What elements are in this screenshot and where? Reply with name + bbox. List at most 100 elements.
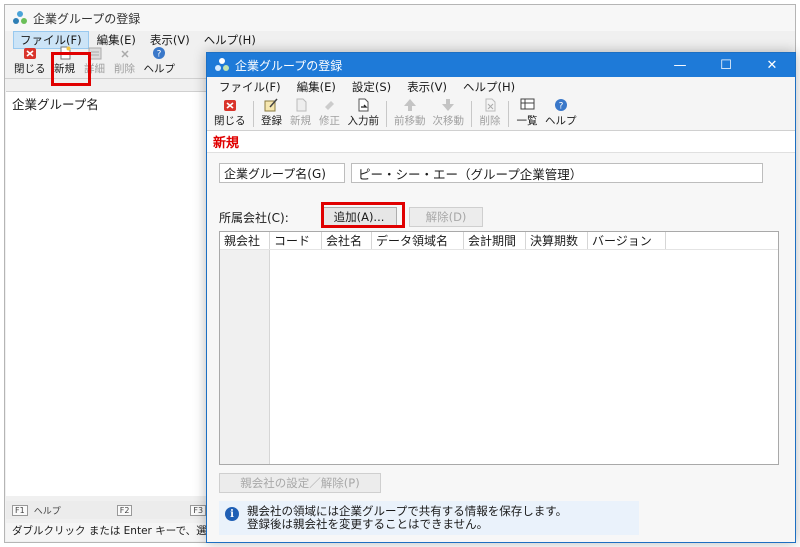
- dlg-register-label: 登録: [261, 115, 282, 127]
- dialog-title: 企業グループの登録: [235, 58, 343, 73]
- svg-text:?: ?: [157, 50, 162, 60]
- dlg-close-button[interactable]: 閉じる: [211, 98, 249, 130]
- dialog-menu-file[interactable]: ファイル(F): [213, 79, 287, 95]
- dlg-undo-input-button[interactable]: 入力前: [345, 98, 383, 130]
- remove-button[interactable]: 解除(D): [409, 207, 483, 227]
- status-bar: ダブルクリック または Enter キーで、選択してい: [6, 523, 216, 541]
- close-icon: [22, 46, 38, 60]
- add-button[interactable]: 追加(A)...: [321, 207, 397, 227]
- bg-close-button[interactable]: 閉じる: [11, 46, 49, 78]
- close-icon: [222, 98, 238, 112]
- bg-new-button[interactable]: 新規: [51, 46, 79, 78]
- grid-row-header: [220, 250, 270, 464]
- dialog-menu-settings[interactable]: 設定(S): [346, 79, 397, 95]
- affiliate-grid[interactable]: 親会社 コード 会社名 データ領域名 会計期間 決算期数 バージョン: [219, 231, 779, 465]
- grid-header: 親会社 コード 会社名 データ領域名 会計期間 決算期数 バージョン: [220, 232, 778, 250]
- register-dialog: 企業グループの登録 — ☐ ✕ ファイル(F) 編集(E) 設定(S) 表示(V…: [206, 52, 796, 543]
- app-icon: [215, 58, 229, 72]
- f3-key[interactable]: F3: [190, 504, 207, 516]
- bg-delete-button[interactable]: 削除: [111, 46, 139, 78]
- details-icon: [87, 46, 103, 60]
- bg-help-button[interactable]: ? ヘルプ: [141, 46, 179, 78]
- arrow-up-icon: [402, 98, 418, 112]
- toolbar-separator: [508, 101, 509, 127]
- group-list[interactable]: 企業グループ名: [6, 91, 216, 496]
- dialog-menu-view[interactable]: 表示(V): [401, 79, 453, 95]
- dlg-new-button[interactable]: 新規: [287, 98, 315, 130]
- mode-indicator: 新規: [207, 131, 795, 153]
- col-version[interactable]: バージョン: [588, 232, 666, 249]
- group-list-header: 企業グループ名: [12, 97, 99, 112]
- svg-text:?: ?: [558, 102, 563, 112]
- arrow-down-icon: [440, 98, 456, 112]
- dlg-list-button[interactable]: 一覧: [513, 98, 541, 130]
- dlg-new-label: 新規: [290, 115, 311, 127]
- dlg-list-label: 一覧: [516, 115, 538, 127]
- toolbar-separator: [252, 101, 254, 127]
- col-data-area[interactable]: データ領域名: [372, 232, 464, 249]
- col-company-name[interactable]: 会社名: [322, 232, 372, 249]
- dlg-register-button[interactable]: 登録: [258, 98, 286, 130]
- app-icon: [13, 11, 27, 25]
- f1-label: ヘルプ: [33, 506, 61, 517]
- dlg-prev-label: 前移動: [394, 115, 426, 127]
- help-icon: ?: [151, 46, 167, 60]
- col-fiscal-period[interactable]: 会計期間: [464, 232, 526, 249]
- undo-input-icon: [355, 98, 371, 112]
- bg-details-label: 詳細: [84, 63, 105, 75]
- dlg-help-label: ヘルプ: [545, 115, 577, 127]
- group-name-label: 企業グループ名(G): [219, 163, 345, 183]
- form-area: 企業グループ名(G) ピー・シー・エー（グループ企業管理） 所属会社(C): 追…: [207, 153, 795, 542]
- group-name-row: 企業グループ名(G) ピー・シー・エー（グループ企業管理）: [219, 163, 763, 183]
- list-icon: [519, 98, 535, 112]
- dlg-edit-button[interactable]: 修正: [316, 98, 344, 130]
- new-document-icon: [293, 98, 309, 112]
- background-titlebar: 企業グループの登録: [5, 5, 795, 31]
- dlg-undo-input-label: 入力前: [347, 115, 380, 127]
- dlg-close-label: 閉じる: [214, 115, 246, 127]
- dlg-delete-label: 削除: [479, 115, 501, 127]
- delete-icon: [117, 46, 133, 60]
- bg-details-button[interactable]: 詳細: [81, 46, 109, 78]
- affiliate-label: 所属会社(C):: [219, 210, 289, 225]
- close-window-icon[interactable]: ✕: [749, 53, 795, 77]
- dlg-next-button[interactable]: 次移動: [430, 98, 468, 130]
- toolbar-separator: [386, 101, 387, 127]
- minimize-icon[interactable]: —: [657, 53, 703, 77]
- register-icon: [264, 98, 280, 112]
- info-icon: i: [225, 507, 239, 521]
- maximize-icon[interactable]: ☐: [703, 53, 749, 77]
- bg-help-label: ヘルプ: [143, 63, 176, 75]
- dialog-menu-help[interactable]: ヘルプ(H): [457, 79, 521, 95]
- col-settlement-count[interactable]: 決算期数: [526, 232, 588, 249]
- dialog-toolbar: 閉じる 登録 新規 修正 入力前 前移動 次移動 削除 一覧 ? ヘルプ: [207, 97, 795, 131]
- window-controls: — ☐ ✕: [657, 53, 795, 77]
- bg-close-label: 閉じる: [14, 63, 46, 75]
- dlg-edit-label: 修正: [319, 115, 340, 127]
- dialog-menu-edit[interactable]: 編集(E): [291, 79, 342, 95]
- new-document-icon: [57, 46, 73, 60]
- info-text: 親会社の領域には企業グループで共有する情報を保存します。 登録後は親会社を変更す…: [247, 505, 567, 531]
- col-parent[interactable]: 親会社: [220, 232, 270, 249]
- background-title: 企業グループの登録: [33, 11, 141, 26]
- menu-help[interactable]: ヘルプ(H): [198, 32, 262, 48]
- col-code[interactable]: コード: [270, 232, 322, 249]
- help-icon: ?: [553, 98, 569, 112]
- dlg-prev-button[interactable]: 前移動: [391, 98, 429, 130]
- info-message: i 親会社の領域には企業グループで共有する情報を保存します。 登録後は親会社を変…: [219, 501, 639, 535]
- dlg-next-label: 次移動: [432, 115, 465, 127]
- delete-icon: [482, 98, 498, 112]
- edit-icon: [322, 98, 338, 112]
- function-key-bar: F1 ヘルプ F2 F3: [6, 501, 216, 519]
- parent-company-button[interactable]: 親会社の設定／解除(P): [219, 473, 381, 493]
- dialog-titlebar: 企業グループの登録 — ☐ ✕: [207, 53, 795, 77]
- f2-key[interactable]: F2: [116, 504, 133, 516]
- bg-delete-label: 削除: [114, 63, 135, 75]
- dlg-delete-button[interactable]: 削除: [476, 98, 504, 130]
- f1-key[interactable]: F1: [12, 504, 28, 516]
- bg-new-label: 新規: [54, 63, 75, 75]
- group-name-input[interactable]: ピー・シー・エー（グループ企業管理）: [351, 163, 763, 183]
- dlg-help-button[interactable]: ? ヘルプ: [542, 98, 580, 130]
- toolbar-separator: [471, 101, 472, 127]
- dialog-menubar: ファイル(F) 編集(E) 設定(S) 表示(V) ヘルプ(H): [207, 77, 795, 97]
